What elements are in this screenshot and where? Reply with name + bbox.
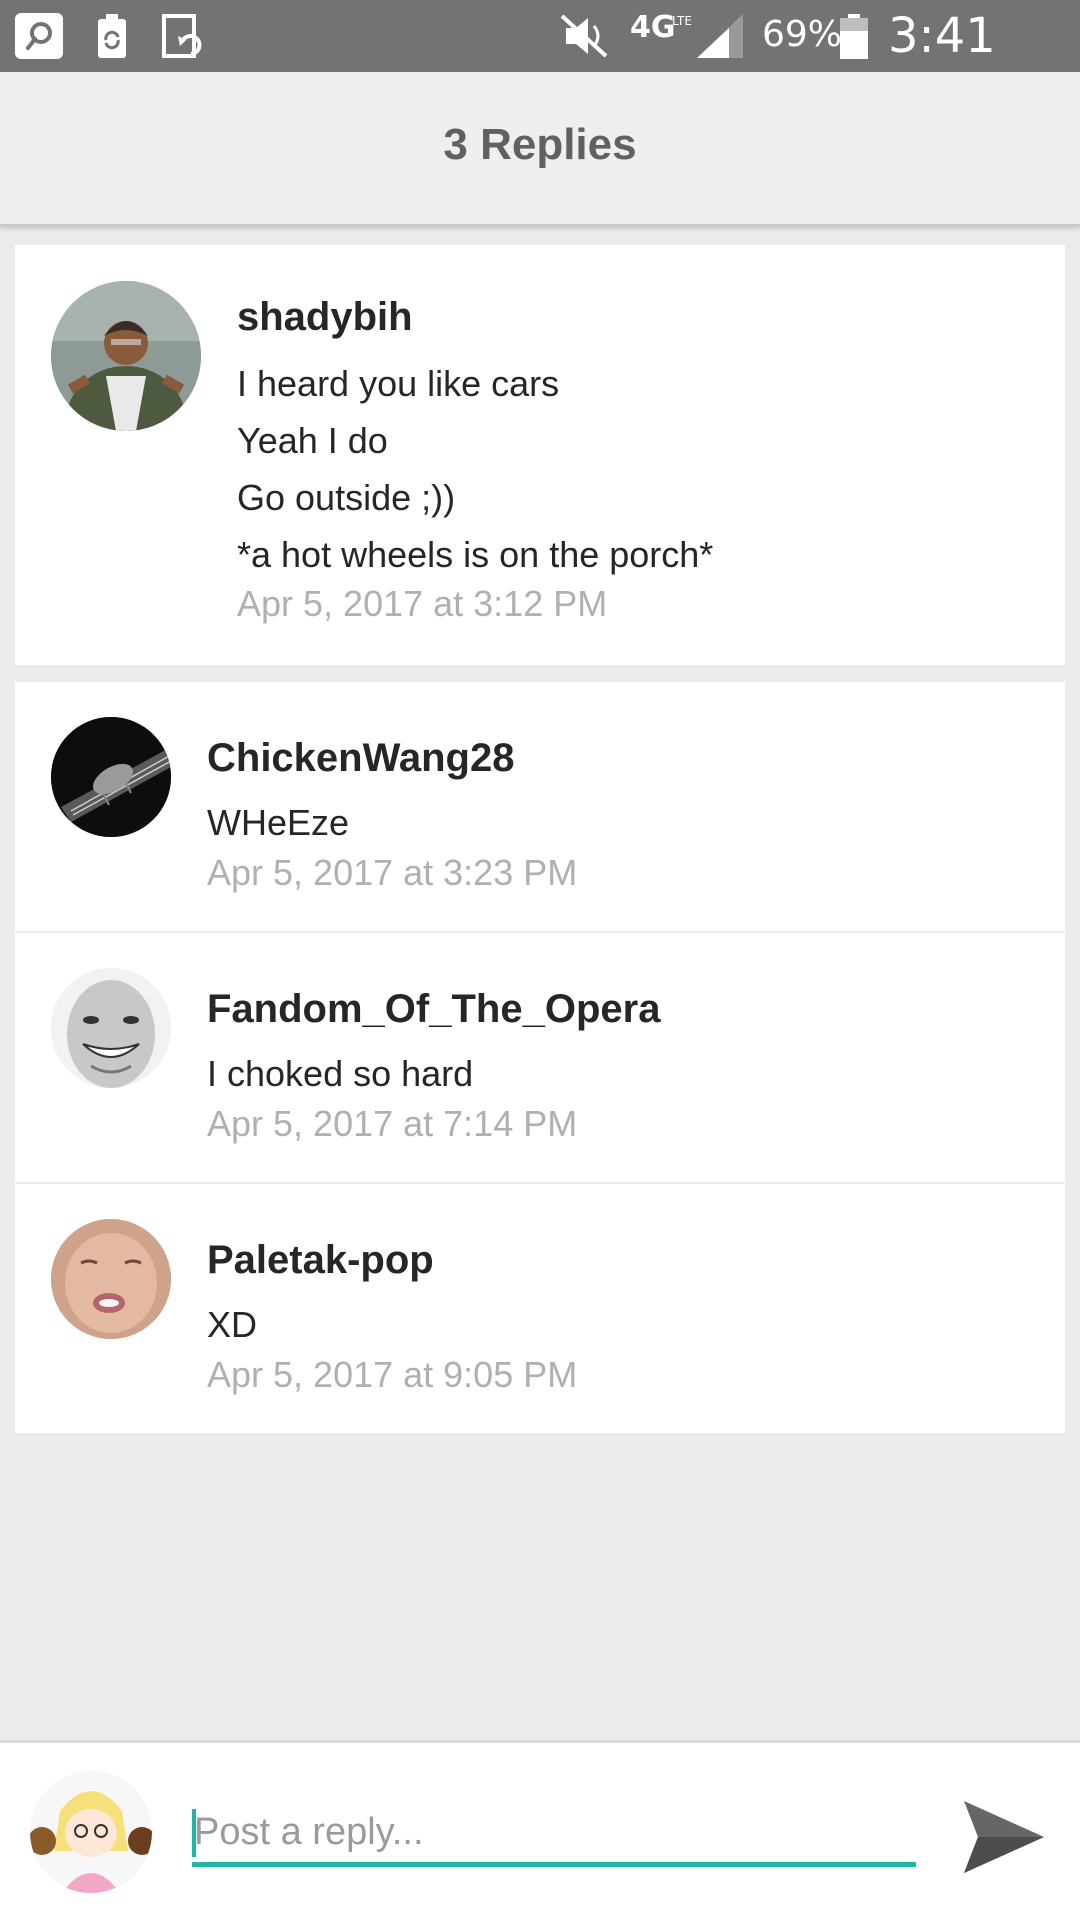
reply-username[interactable]: ChickenWang28	[207, 736, 514, 781]
network-type-label: 4G	[630, 10, 676, 45]
send-icon[interactable]	[960, 1793, 1048, 1881]
reply-username[interactable]: Fandom_Of_The_Opera	[207, 987, 660, 1032]
reply-item: Fandom_Of_The_Opera I choked so hard Apr…	[15, 933, 1065, 1183]
battery-icon	[840, 14, 868, 59]
avatar[interactable]	[51, 281, 201, 431]
guitar-avatar-image	[51, 717, 171, 837]
signal-icon	[697, 14, 743, 58]
text-cursor	[192, 1809, 196, 1857]
screen-rotate-icon	[162, 14, 202, 58]
reply-timestamp: Apr 5, 2017 at 9:05 PM	[207, 1354, 578, 1395]
smiling-face-avatar-image	[51, 968, 171, 1088]
comment-username[interactable]: shadybih	[237, 295, 413, 340]
reply-text: WHeEze	[207, 802, 350, 843]
search-icon	[15, 13, 63, 59]
reply-text: I choked so hard	[207, 1053, 474, 1094]
reply-username[interactable]: Paletak-pop	[207, 1238, 434, 1283]
reply-item: Paletak-pop XD Apr 5, 2017 at 9:05 PM	[15, 1184, 1065, 1433]
reply-timestamp: Apr 5, 2017 at 3:23 PM	[207, 852, 578, 893]
face-avatar-image	[51, 1219, 171, 1339]
avatar[interactable]	[51, 1219, 171, 1339]
comment-text-line: *a hot wheels is on the porch*	[237, 534, 714, 575]
status-bar: 4G LTE 69% 3:41 PM	[0, 0, 1080, 120]
reply-input[interactable]	[192, 1803, 916, 1867]
page-title: 3 Replies	[443, 120, 637, 169]
lte-label: LTE	[672, 14, 692, 28]
comment-text-line: I heard you like cars	[237, 363, 560, 404]
battery-recycle-icon	[98, 14, 126, 58]
comment-timestamp: Apr 5, 2017 at 3:12 PM	[237, 583, 608, 624]
avatar[interactable]	[51, 717, 171, 837]
mute-icon	[560, 14, 608, 58]
replies-header: 3 Replies	[0, 72, 1080, 227]
reply-composer	[0, 1740, 1080, 1920]
avatar[interactable]	[51, 968, 171, 1088]
replies-card: ChickenWang28 WHeEze Apr 5, 2017 at 3:23…	[15, 682, 1065, 1433]
current-user-avatar[interactable]	[30, 1771, 152, 1893]
reply-timestamp: Apr 5, 2017 at 7:14 PM	[207, 1103, 578, 1144]
reply-text: XD	[207, 1304, 258, 1345]
comment-text-line: Go outside ;))	[237, 477, 456, 518]
comment-text-line: Yeah I do	[237, 420, 388, 461]
character-avatar-image	[51, 281, 201, 431]
reply-item: ChickenWang28 WHeEze Apr 5, 2017 at 3:23…	[15, 682, 1065, 932]
parent-comment-card: shadybih I heard you like cars Yeah I do…	[15, 245, 1065, 665]
cartoon-avatar-image	[30, 1771, 152, 1893]
battery-percent: 69%	[762, 14, 843, 55]
